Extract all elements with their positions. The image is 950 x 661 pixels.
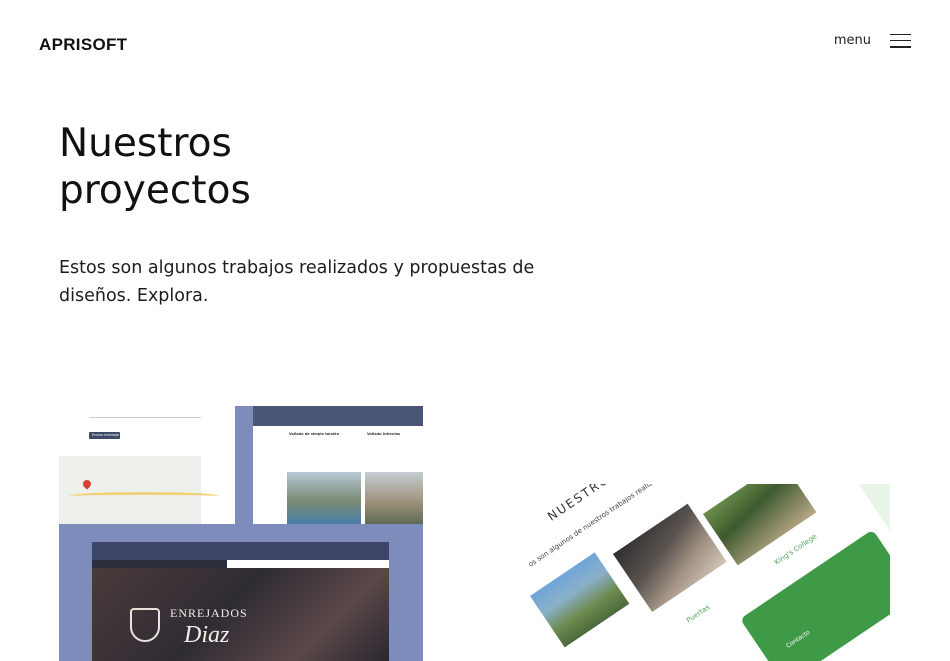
- service-title-2: Vallado Intrcolos: [367, 432, 401, 436]
- website-nav-bar: [92, 542, 389, 560]
- menu-button[interactable]: menu: [834, 33, 911, 48]
- frame-divider: [235, 406, 253, 524]
- project-card-collage[interactable]: NUESTRO os son algunos de nuestros traba…: [525, 484, 890, 661]
- collage-contact-panel: [740, 529, 890, 661]
- page-title-line-1: Nuestros: [59, 121, 232, 166]
- collage-label-college: King's College: [773, 532, 819, 567]
- services-panel-preview: Vallado de simple torsión Vallado Intrco…: [253, 406, 423, 524]
- page-subtitle: Estos son algunos trabajos realizados y …: [59, 258, 535, 306]
- page-title-line-2: proyectos: [59, 168, 251, 213]
- site-header: APRISOFT menu: [0, 0, 950, 90]
- contact-form-preview: Enviar mensaje: [59, 406, 235, 524]
- fence-photo-2: [365, 472, 423, 524]
- shield-logo-icon: [130, 608, 160, 642]
- collage-label-puertas: Puertas: [685, 603, 712, 625]
- website-hero-preview: ENREJADOS Diaz: [92, 542, 389, 661]
- map-pin-icon: [81, 478, 93, 490]
- map-road: [69, 492, 219, 500]
- panel-top-bar: [253, 406, 423, 426]
- site-logo[interactable]: APRISOFT: [39, 35, 127, 55]
- send-label: Enviar mensaje: [92, 433, 120, 437]
- brand-script: Diaz: [184, 622, 230, 648]
- hamburger-icon[interactable]: [890, 33, 911, 48]
- project-card-enrejados[interactable]: Enviar mensaje Vallado de simple torsión…: [59, 406, 423, 661]
- send-message-button-preview: Enviar mensaje: [89, 432, 120, 439]
- form-field-line: [89, 410, 201, 418]
- menu-label[interactable]: menu: [834, 33, 871, 48]
- service-title-1: Vallado de simple torsión: [289, 432, 340, 436]
- map-preview: [59, 456, 219, 524]
- website-subnav: [227, 560, 389, 568]
- collage-photo-1: [530, 552, 630, 648]
- fence-photo-1: [287, 472, 361, 524]
- page-title: Nuestros proyectos: [59, 120, 479, 214]
- brand-name: ENREJADOS: [170, 606, 248, 620]
